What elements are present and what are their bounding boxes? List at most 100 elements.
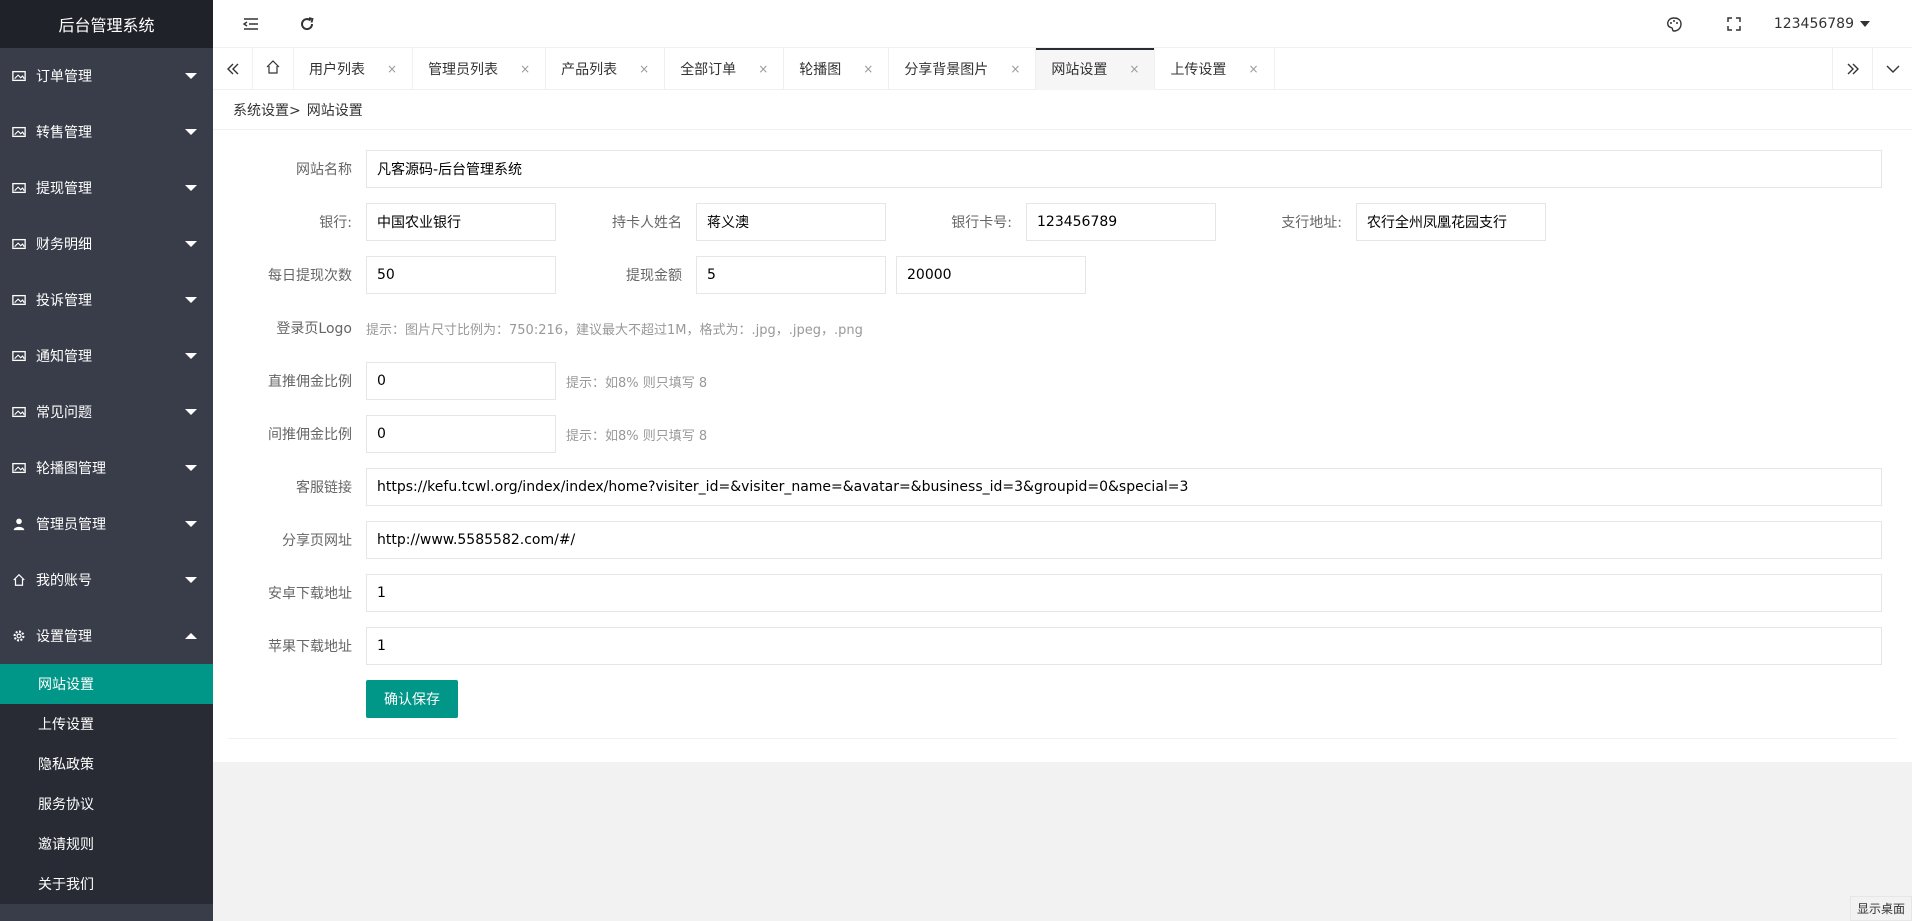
gear-icon [12,629,26,643]
chevron-down-icon [185,465,197,471]
bank-label: 银行: [319,215,352,231]
site-name-label: 网站名称 [296,162,352,178]
sidebar-item-finance[interactable]: 财务明细 [0,216,213,272]
close-icon[interactable]: × [520,62,530,76]
close-icon[interactable]: × [387,62,397,76]
chevron-up-icon [185,633,197,639]
close-icon[interactable]: × [758,62,768,76]
sidebar-item-label: 转售管理 [36,125,92,141]
tab-all-orders[interactable]: 全部订单 × [665,48,785,90]
sidebar-item-admins[interactable]: 管理员管理 [0,496,213,552]
sidebar-item-label: 提现管理 [36,181,92,197]
bank-input[interactable] [366,203,556,241]
user-menu[interactable]: 123456789 [1774,0,1870,48]
fullscreen-icon[interactable] [1724,14,1744,34]
daily-times-input[interactable] [366,256,556,294]
sub-item-invite-rules[interactable]: 邀请规则 [0,824,213,864]
tabs-menu-chevron-down-icon[interactable] [1872,48,1912,90]
direct-ratio-hint: 提示：如8% 则只填写 8 [566,375,708,391]
tab-upload-settings[interactable]: 上传设置 × [1155,48,1275,90]
branch-input[interactable] [1356,203,1546,241]
direct-ratio-label: 直推佣金比例 [268,374,352,390]
indirect-ratio-label: 间推佣金比例 [268,427,352,443]
tab-controls-right [1832,48,1912,90]
username: 123456789 [1773,16,1854,32]
tab-site-settings[interactable]: 网站设置 × [1036,48,1156,90]
indirect-ratio-input[interactable] [366,415,556,453]
sidebar-item-my-account[interactable]: 我的账号 [0,552,213,608]
sidebar-item-faq[interactable]: 常见问题 [0,384,213,440]
site-name-input[interactable] [366,150,1882,188]
tab-product-list[interactable]: 产品列表 × [546,48,666,90]
refresh-icon[interactable] [297,14,317,34]
row-direct-ratio: 直推佣金比例 提示：如8% 则只填写 8 [213,362,1912,400]
ios-url-input[interactable] [366,627,1882,665]
sub-item-site-settings[interactable]: 网站设置 [0,664,213,704]
service-link-input[interactable] [366,468,1882,506]
tabs-scroll-left-icon[interactable] [213,48,253,90]
withdraw-min-input[interactable] [696,256,886,294]
sidebar-item-resale[interactable]: 转售管理 [0,104,213,160]
tab-carousel[interactable]: 轮播图 × [784,48,890,90]
image-icon [12,237,26,251]
chevron-down-icon [185,241,197,247]
tab-home[interactable] [253,48,294,90]
tab-list: 用户列表 × 管理员列表 × 产品列表 × 全部订单 × 轮播图 × 分享背景图片 × 网站… [253,48,1275,90]
sidebar: 后台管理系统 订单管理 转售管理 提现管理 财务明细 投诉管理 通知管理 常见问… [0,0,213,921]
settings-submenu: 网站设置 上传设置 隐私政策 服务协议 邀请规则 关于我们 [0,664,213,904]
sidebar-item-withdraw[interactable]: 提现管理 [0,160,213,216]
card-no-input[interactable] [1026,203,1216,241]
chevron-down-icon [185,297,197,303]
tabs-bar: 用户列表 × 管理员列表 × 产品列表 × 全部订单 × 轮播图 × 分享背景图片 × 网站… [213,48,1912,90]
tab-user-list[interactable]: 用户列表 × [294,48,414,90]
login-logo-label: 登录页Logo [276,321,352,337]
top-header: 123456789 [213,0,1912,48]
sub-item-service-agreement[interactable]: 服务协议 [0,784,213,824]
chevron-down-icon [185,129,197,135]
side-nav: 订单管理 转售管理 提现管理 财务明细 投诉管理 通知管理 常见问题 轮播图管理… [0,48,213,904]
android-url-input[interactable] [366,574,1882,612]
image-icon [12,181,26,195]
close-icon[interactable]: × [1129,62,1139,76]
sidebar-item-label: 我的账号 [36,573,92,589]
caret-down-icon [1860,21,1870,27]
image-icon [12,125,26,139]
close-icon[interactable]: × [863,62,873,76]
tab-share-bg[interactable]: 分享背景图片 × [889,48,1037,90]
image-icon [12,461,26,475]
sub-item-upload-settings[interactable]: 上传设置 [0,704,213,744]
row-share-url: 分享页网址 [213,521,1912,559]
branch-label: 支行地址: [1281,215,1342,231]
breadcrumb-parent[interactable]: 系统设置> [233,100,301,120]
direct-ratio-input[interactable] [366,362,556,400]
sidebar-item-settings[interactable]: 设置管理 [0,608,213,664]
chevron-down-icon [185,521,197,527]
holder-input[interactable] [696,203,886,241]
sidebar-item-orders[interactable]: 订单管理 [0,48,213,104]
show-desktop-button[interactable]: 显示桌面 [1849,896,1912,921]
menu-toggle-icon[interactable] [241,14,261,34]
close-icon[interactable]: × [1010,62,1020,76]
save-button[interactable]: 确认保存 [366,680,458,718]
tab-admin-list[interactable]: 管理员列表 × [413,48,547,90]
chevron-down-icon [185,73,197,79]
sidebar-item-notices[interactable]: 通知管理 [0,328,213,384]
sidebar-item-label: 通知管理 [36,349,92,365]
sub-item-about-us[interactable]: 关于我们 [0,864,213,904]
sub-item-privacy[interactable]: 隐私政策 [0,744,213,784]
home-icon [12,573,26,587]
row-withdraw: 每日提现次数 提现金额 [213,256,1912,294]
theme-icon[interactable] [1664,14,1684,34]
close-icon[interactable]: × [639,62,649,76]
chevron-down-icon [185,577,197,583]
sidebar-item-complaints[interactable]: 投诉管理 [0,272,213,328]
tabs-scroll-right-icon[interactable] [1832,48,1872,90]
close-icon[interactable]: × [1248,62,1258,76]
row-indirect-ratio: 间推佣金比例 提示：如8% 则只填写 8 [213,415,1912,453]
withdraw-max-input[interactable] [896,256,1086,294]
row-android-url: 安卓下载地址 [213,574,1912,612]
card-no-label: 银行卡号: [951,215,1012,231]
share-url-input[interactable] [366,521,1882,559]
breadcrumb-current: 网站设置 [306,102,363,119]
sidebar-item-carousel[interactable]: 轮播图管理 [0,440,213,496]
